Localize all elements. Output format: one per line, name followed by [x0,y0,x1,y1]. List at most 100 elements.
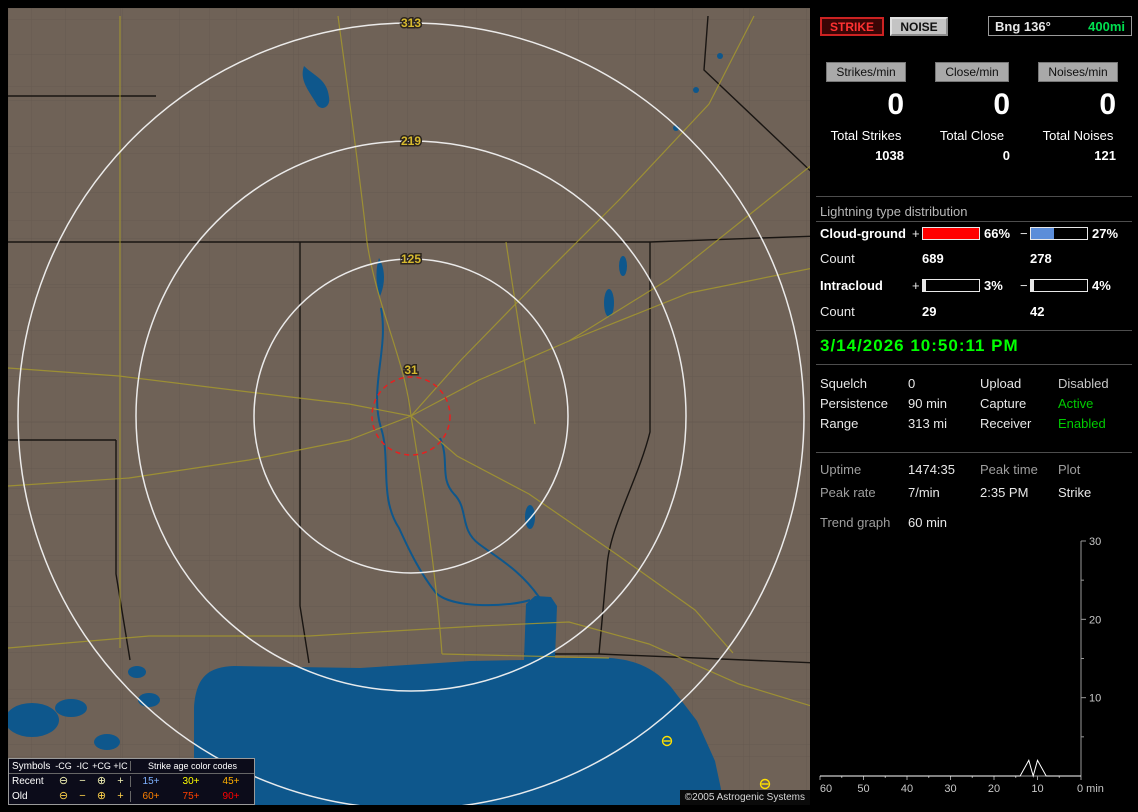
svg-text:50: 50 [857,783,869,795]
cg-negative-count: 278 [1030,251,1052,266]
persistence-value: 90 min [908,396,948,411]
uptime-label: Uptime [820,462,862,477]
ring-label-31: 31 [404,363,418,377]
minus-icon: − [79,775,86,787]
peak-rate-label: Peak rate [820,485,876,500]
strikes-per-min-chip[interactable]: Strikes/min [826,62,906,82]
legend-col-neg-ic: -IC [76,761,89,771]
legend-old-label: Old [12,791,28,802]
copyright-notice: ©2005 Astrogenic Systems [679,790,810,805]
divider [816,364,1132,365]
close-per-min-value: 0 [993,88,1010,121]
svg-text:30: 30 [944,783,956,795]
intracloud-row: Intracloud + 3% − 4% [816,278,1132,293]
divider [816,196,1132,197]
receiver-label: Receiver [980,416,1032,431]
strikes-per-min-value: 0 [887,88,904,121]
strike-mode-button[interactable]: STRIKE [820,17,884,36]
date-time-clock: 3/14/2026 10:50:11 PM [820,336,1019,355]
peak-time-label: Peak time [980,462,1038,477]
lightning-map[interactable]: 313 219 125 31 Symbols -CG -IC +CG +IC S… [8,8,810,805]
plus-icon: + [117,790,124,802]
total-close-column: Total Close 0 [922,128,1022,163]
legend-col-pos-cg: +CG [92,761,111,771]
close-per-min-chip[interactable]: Close/min [935,62,1009,82]
noises-per-min-column: Noises/min 0 [1028,62,1128,122]
age-60: 60+ [142,791,160,802]
peak-rate-row: Peak rate 7/min 2:35 PM Strike [816,485,1132,500]
legend-symbols-label: Symbols [12,760,51,772]
svg-text:30: 30 [1089,536,1101,548]
squelch-value: 0 [908,376,916,391]
cloud-ground-label: Cloud-ground [820,226,906,241]
uptime-value: 1474:35 [908,462,955,477]
plot-label: Plot [1058,462,1081,477]
circle-minus-icon: ⊖ [58,790,69,802]
trend-graph-label: Trend graph [820,515,891,530]
divider [816,221,1132,222]
ic-negative-bar [1030,279,1088,292]
ring-label-125: 125 [401,252,421,266]
ic-negative-count: 42 [1030,304,1045,319]
capture-label: Capture [980,396,1027,411]
map-legend: Symbols -CG -IC +CG +IC Strike age color… [8,758,255,805]
ic-positive-pct: 3% [984,278,1003,293]
intracloud-count-row: Count 29 42 [816,304,1132,319]
persistence-capture-row: Persistence 90 min Capture Active [816,396,1132,411]
total-strikes-column: Total Strikes 1038 [816,128,916,163]
cg-positive-bar [922,227,980,240]
legend-col-pos-ic: +IC [113,761,128,771]
minus-icon: − [79,790,86,802]
age-90: 90+ [222,791,240,802]
cloud-ground-row: Cloud-ground + 66% − 27% [816,226,1132,241]
age-45: 45+ [222,776,240,787]
svg-text:10: 10 [1031,783,1043,795]
capture-status: Active [1058,396,1094,411]
plot-value: Strike [1058,485,1092,500]
total-noises-column: Total Noises 121 [1028,128,1128,163]
circle-plus-icon: ⊕ [96,790,107,802]
legend-old-row: Old ⊖ − ⊕ + 60+ 75+ 90+ [9,789,254,804]
cloud-ground-count-row: Count 689 278 [816,251,1132,266]
cg-negative-pct: 27% [1092,226,1119,241]
legend-col-neg-cg: -CG [55,761,72,771]
cg-positive-pct: 66% [984,226,1011,241]
age-15: 15+ [142,776,160,787]
minus-sign: − [1020,278,1028,293]
svg-text:20: 20 [988,783,1000,795]
uptime-row: Uptime 1474:35 Peak time Plot [816,462,1132,477]
legend-recent-label: Recent [12,776,44,787]
peak-time-value: 2:35 PM [980,485,1029,500]
total-noises-value: 121 [1094,148,1116,163]
upload-status: Disabled [1058,376,1109,391]
persistence-label: Persistence [820,396,888,411]
age-75: 75+ [182,791,200,802]
plus-icon: + [117,775,124,787]
range-receiver-row: Range 313 mi Receiver Enabled [816,416,1132,431]
legend-recent-row: Recent ⊖ − ⊕ + 15+ 30+ 45+ [9,774,254,789]
range-value: 313 mi [908,416,948,431]
plus-sign: + [912,278,920,293]
noises-per-min-value: 0 [1099,88,1116,121]
cg-negative-bar [1030,227,1088,240]
svg-text:20: 20 [1089,614,1101,626]
close-per-min-column: Close/min 0 [922,62,1022,122]
ic-positive-bar [922,279,980,292]
noises-per-min-chip[interactable]: Noises/min [1038,62,1118,82]
divider [816,452,1132,453]
total-noises-label: Total Noises [1042,128,1114,143]
ring-label-219: 219 [401,134,421,148]
upload-label: Upload [980,376,1022,391]
legend-header-row: Symbols -CG -IC +CG +IC Strike age color… [9,759,254,774]
minus-sign: − [1020,226,1028,241]
squelch-label: Squelch [820,376,867,391]
plus-sign: + [912,226,920,241]
svg-text:0 min: 0 min [1077,783,1104,795]
trend-graph-row: Trend graph 60 min [816,515,1132,530]
noise-mode-button[interactable]: NOISE [890,17,948,36]
peak-rate-value: 7/min [908,485,940,500]
legend-age-title: Strike age color codes [130,761,254,771]
range-label: Range [820,416,859,431]
ic-positive-count: 29 [922,304,937,319]
strikes-per-min-column: Strikes/min 0 [816,62,916,122]
